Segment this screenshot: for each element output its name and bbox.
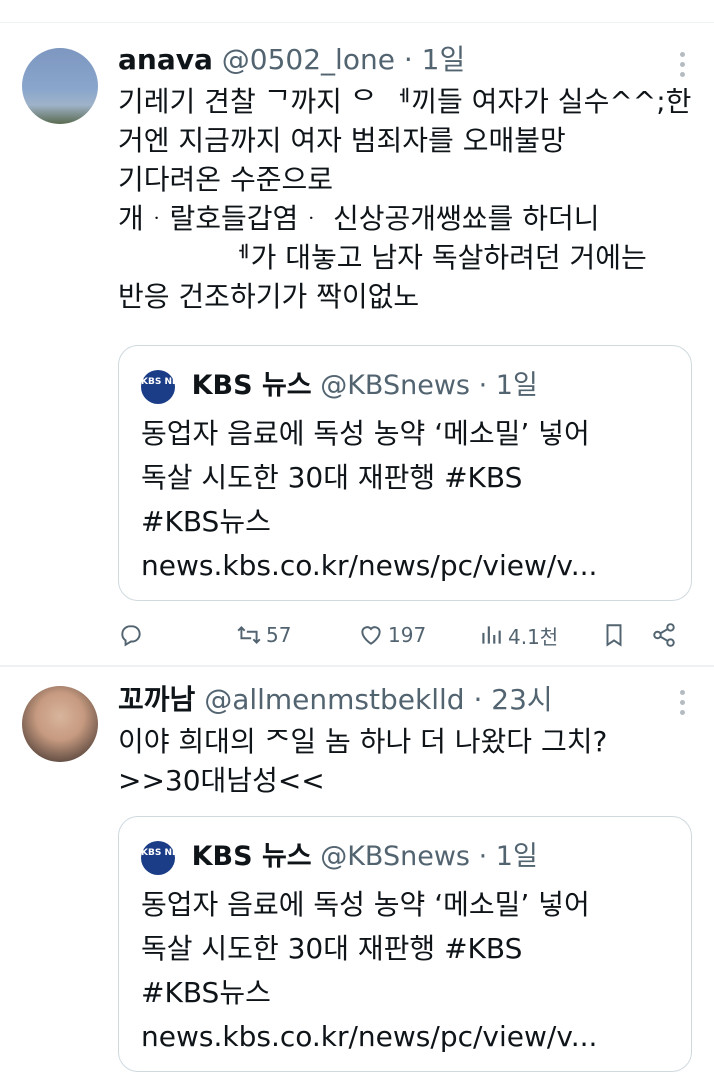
quoted-tweet[interactable]: KBS NEWS KBS 뉴스 @KBSnews · 1일 동업자 음료에 독성…: [118, 345, 692, 601]
retweet-icon: [237, 626, 261, 644]
tweet-text-line: 반응 건조하기가 짝이없노: [118, 280, 420, 313]
user-handle[interactable]: @allmenmstbeklld: [204, 683, 464, 716]
like-button[interactable]: 197: [358, 615, 426, 655]
quoted-timestamp: 1일: [495, 370, 538, 401]
bookmark-icon: [606, 624, 622, 647]
tweet-text-line: 이야 희대의 ᄌ일 놈 하나 더 나왔다 그치?: [118, 725, 608, 758]
tweet-text-line: 기레기 견찰 ᄀ까지 ᄋ ᅦ끼들 여자가 실수^^;한: [118, 85, 692, 118]
quoted-text-line: #KBS뉴스: [141, 976, 271, 1009]
reply-icon: [121, 625, 141, 647]
tweet-content: 꼬까남 @allmenmstbeklld · 23시 이야 희대의 ᄌ일 놈 하…: [118, 682, 684, 800]
quoted-text-line: #KBS뉴스: [141, 505, 271, 538]
views-icon: [482, 626, 501, 644]
quoted-display-name: KBS 뉴스: [191, 841, 312, 872]
separator: ·: [403, 43, 413, 76]
quoted-text-line: 동업자 음료에 독성 농약 ‘메소밀’ 넣어: [141, 888, 590, 921]
display-name[interactable]: 꼬까남: [118, 683, 195, 716]
quoted-link[interactable]: news.kbs.co.kr/news/pc/view/v...: [141, 544, 677, 588]
retweet-count: 57: [266, 623, 292, 647]
quoted-timestamp: 1일: [495, 841, 538, 872]
top-divider: [0, 22, 714, 23]
share-button[interactable]: [651, 615, 677, 655]
kbs-logo-avatar: KBS NEWS: [141, 840, 195, 875]
quoted-display-name: KBS 뉴스: [191, 370, 312, 401]
separator: ·: [473, 683, 483, 716]
avatar[interactable]: [22, 686, 98, 762]
tweet-text-line: 기다려온 수준으로: [118, 163, 333, 196]
timestamp[interactable]: 23시: [491, 683, 552, 716]
quoted-tweet-header: KBS NEWS KBS 뉴스 @KBSnews · 1일: [141, 839, 538, 875]
quoted-tweet-text: 동업자 음료에 독성 농약 ‘메소밀’ 넣어 독살 시도한 30대 재판행 #K…: [141, 883, 677, 1059]
quoted-tweet-header: KBS NEWS KBS 뉴스 @KBSnews · 1일: [141, 368, 538, 404]
quoted-text-line: 동업자 음료에 독성 농약 ‘메소밀’ 넣어: [141, 417, 590, 450]
user-handle[interactable]: @0502_lone: [222, 43, 395, 76]
separator: ·: [478, 370, 488, 401]
heart-icon: [361, 626, 381, 645]
timestamp[interactable]: 1일: [422, 43, 466, 76]
quoted-link[interactable]: news.kbs.co.kr/news/pc/view/v...: [141, 1015, 677, 1059]
tweet-text-line: 거엔 지금까지 여자 범죄자를 오매불망: [118, 124, 566, 157]
quoted-handle: @KBSnews: [320, 841, 470, 872]
reply-button[interactable]: [118, 615, 144, 655]
tweet-text-line: ᅦ가 대놓고 남자 독살하려던 거에는: [118, 241, 647, 274]
tweet-text-line: 개ᆞ랄호들갑염ᆞ 신상공개쌩쑈를 하더니: [118, 202, 600, 235]
bookmark-button[interactable]: [601, 615, 627, 655]
quoted-tweet[interactable]: KBS NEWS KBS 뉴스 @KBSnews · 1일 동업자 음료에 독성…: [118, 816, 692, 1072]
display-name[interactable]: anava: [118, 43, 213, 76]
tweet-text-line: >>30대남성<<: [118, 764, 325, 797]
quoted-handle: @KBSnews: [320, 370, 470, 401]
tweet-actions: 57 197 4.1천: [118, 615, 688, 655]
kbs-logo-avatar: KBS NEWS: [141, 369, 195, 404]
tweet[interactable]: 꼬까남 @allmenmstbeklld · 23시 이야 희대의 ᄌ일 놈 하…: [0, 668, 714, 1078]
tweet-divider: [0, 665, 714, 667]
views-count: 4.1천: [508, 624, 559, 649]
like-count: 197: [388, 623, 427, 647]
share-icon: [653, 623, 675, 647]
tweet-header: anava @0502_lone · 1일: [118, 42, 684, 78]
quoted-text-line: 독살 시도한 30대 재판행 #KBS: [141, 932, 523, 965]
separator: ·: [478, 841, 488, 872]
avatar[interactable]: [22, 48, 98, 124]
tweet-text: 기레기 견찰 ᄀ까지 ᄋ ᅦ끼들 여자가 실수^^;한 거엔 지금까지 여자 범…: [118, 82, 692, 316]
tweet-text: 이야 희대의 ᄌ일 놈 하나 더 나왔다 그치? >>30대남성<<: [118, 722, 684, 800]
quoted-text-line: 독살 시도한 30대 재판행 #KBS: [141, 461, 523, 494]
tweet-header: 꼬까남 @allmenmstbeklld · 23시: [118, 682, 684, 718]
retweet-button[interactable]: 57: [236, 615, 291, 655]
views-button[interactable]: 4.1천: [478, 615, 558, 655]
tweet-content: anava @0502_lone · 1일 기레기 견찰 ᄀ까지 ᄋ ᅦ끼들 여…: [118, 42, 692, 316]
quoted-tweet-text: 동업자 음료에 독성 농약 ‘메소밀’ 넣어 독살 시도한 30대 재판행 #K…: [141, 412, 677, 588]
tweet[interactable]: anava @0502_lone · 1일 기레기 견찰 ᄀ까지 ᄋ ᅦ끼들 여…: [0, 30, 714, 665]
